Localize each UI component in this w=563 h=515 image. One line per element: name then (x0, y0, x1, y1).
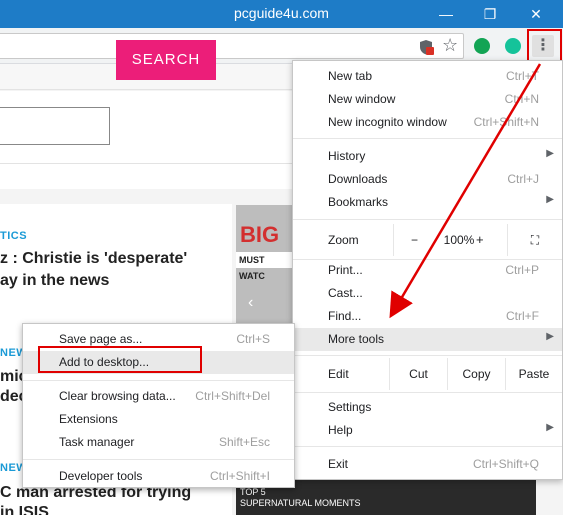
menu-item-downloads[interactable]: Downloads Ctrl+J (293, 168, 562, 191)
extension-chat-icon[interactable] (474, 38, 490, 54)
cut-button[interactable]: Cut (389, 358, 447, 390)
carousel-prev-icon[interactable]: ‹ (248, 294, 253, 312)
zoom-label: Zoom (328, 233, 359, 247)
menu-item-cast[interactable]: Cast... (293, 282, 562, 305)
menu-item-find[interactable]: Find... Ctrl+F (293, 305, 562, 328)
menu-item-more-tools[interactable]: More tools ▶ (293, 328, 562, 351)
menu-item-new-incognito[interactable]: New incognito window Ctrl+Shift+N (293, 111, 562, 134)
fullscreen-icon[interactable]: ⛶ (507, 224, 562, 256)
article-headline[interactable]: z : Christie is 'desperate' (0, 248, 187, 270)
restore-button[interactable]: ❐ (468, 0, 512, 28)
thumbnail-caption: MUST WATC (236, 252, 292, 281)
submenu-item-clear-browsing-data[interactable]: Clear browsing data... Ctrl+Shift+Del (23, 385, 294, 408)
banner-caption: TOP 5 SUPERNATURAL MOMENTS (240, 487, 361, 508)
submenu-item-task-manager[interactable]: Task manager Shift+Esc (23, 431, 294, 454)
paste-button[interactable]: Paste (505, 358, 562, 390)
menu-separator (23, 459, 294, 460)
copy-button[interactable]: Copy (447, 358, 505, 390)
search-row (0, 91, 300, 163)
menu-separator (23, 380, 294, 381)
chrome-main-menu: New tab Ctrl+T New window Ctrl+N New inc… (292, 60, 563, 480)
close-window-button[interactable]: ✕ (514, 0, 558, 28)
menu-item-history[interactable]: History ▶ (293, 145, 562, 168)
menu-separator (293, 392, 562, 393)
menu-separator (293, 219, 562, 220)
zoom-out-button[interactable]: − (393, 224, 435, 256)
annotation-highlight-menu-button (527, 29, 562, 63)
site-search-button[interactable]: SEARCH (116, 40, 216, 80)
submenu-arrow-icon: ▶ (546, 422, 554, 433)
site-nav-strip (0, 163, 300, 189)
menu-separator (293, 138, 562, 139)
address-bar[interactable]: ☆ (0, 33, 464, 59)
thumbnail-title: BIG (240, 222, 280, 247)
menu-item-bookmarks[interactable]: Bookmarks ▶ (293, 191, 562, 214)
article-headline[interactable]: ay in the news (0, 270, 109, 292)
submenu-arrow-icon: ▶ (546, 331, 554, 342)
edit-label: Edit (328, 367, 349, 381)
grammarly-extension-icon[interactable] (505, 38, 521, 54)
menu-item-help[interactable]: Help ▶ (293, 419, 562, 442)
menu-item-exit[interactable]: Exit Ctrl+Shift+Q (293, 453, 562, 476)
article-category-tag[interactable]: TICS (0, 230, 27, 242)
browser-toolbar: ☆ ⋮ (0, 28, 563, 64)
annotation-highlight-add-to-desktop (38, 346, 202, 373)
bookmark-star-icon[interactable]: ☆ (442, 36, 458, 54)
submenu-item-developer-tools[interactable]: Developer tools Ctrl+Shift+I (23, 465, 294, 488)
menu-item-new-window[interactable]: New window Ctrl+N (293, 88, 562, 111)
minimize-button[interactable]: — (424, 0, 468, 28)
window-titlebar: pcguide4u.com — ❐ ✕ (0, 0, 563, 28)
submenu-arrow-icon: ▶ (546, 148, 554, 159)
submenu-arrow-icon: ▶ (546, 194, 554, 205)
menu-item-settings[interactable]: Settings (293, 396, 562, 419)
submenu-item-extensions[interactable]: Extensions (23, 408, 294, 431)
site-settings-icon[interactable] (418, 39, 434, 55)
zoom-in-button[interactable]: + (476, 232, 484, 247)
menu-separator (293, 446, 562, 447)
menu-item-new-tab[interactable]: New tab Ctrl+T (293, 65, 562, 88)
edit-row: Edit Cut Copy Paste (293, 358, 562, 390)
menu-item-print[interactable]: Print... Ctrl+P (293, 259, 562, 282)
menu-separator (293, 355, 562, 356)
site-search-input[interactable] (0, 107, 110, 145)
article-headline[interactable]: in ISIS (0, 502, 49, 515)
zoom-row: Zoom − 100% + ⛶ (293, 224, 562, 256)
